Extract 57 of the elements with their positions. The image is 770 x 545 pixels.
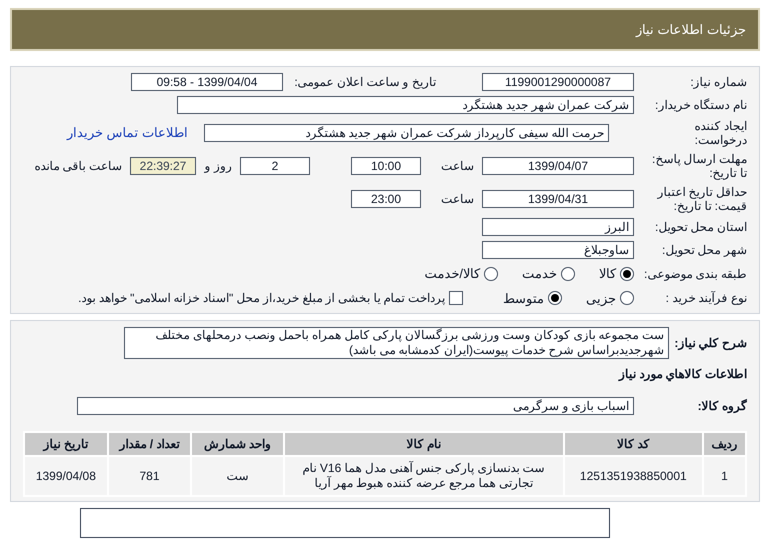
- page-title: جزئیات اطلاعات نیاز: [636, 20, 746, 40]
- field-label: روز و: [204, 159, 232, 173]
- field-label: تاریخ و ساعت اعلان عمومی:: [293, 75, 436, 89]
- column-header: تعداد / مقدار: [108, 432, 192, 456]
- table-cell: 1: [703, 456, 746, 496]
- field-label: گروه کالا:: [696, 398, 747, 415]
- column-header: واحد شمارش: [191, 432, 284, 456]
- radio-button[interactable]: [484, 266, 498, 281]
- field-value: شرکت عمران شهر جدید هشتگرد: [177, 96, 634, 114]
- field-label: شرح کلي نياز:: [677, 335, 747, 352]
- radio-button[interactable]: [548, 291, 562, 306]
- buyer-contact-link[interactable]: اطلاعات تماس خریدار: [66, 123, 188, 143]
- radio-label: خدمت: [522, 265, 557, 283]
- field-label: نام دستگاه خریدار:: [654, 98, 747, 112]
- field-value: 1399/04/31: [482, 190, 634, 208]
- radio-label: متوسط: [503, 290, 544, 308]
- field-value: ساوجبلاغ: [482, 241, 634, 259]
- field-value: اسباب بازی و سرگرمی: [77, 397, 634, 415]
- radio-button[interactable]: [620, 266, 634, 281]
- field-value: 1399/04/04 - 09:58: [131, 73, 283, 91]
- field-value: 23:00: [351, 190, 421, 208]
- column-header: ردیف: [703, 432, 746, 456]
- field-label: طبقه بندی موضوعی:: [642, 266, 747, 281]
- checkbox-label: پرداخت تمام یا بخشی از مبلغ خرید،از محل "اسناد خزانه اسلامی" خواهد بود.: [78, 290, 445, 308]
- field-label: ساعت: [440, 192, 474, 206]
- field-value: 10:00: [351, 157, 421, 175]
- radio-label: کالا: [599, 265, 616, 283]
- table-cell: 781: [108, 456, 192, 496]
- field-label: مهلت ارسال پاسخ: تا تاریخ:: [650, 152, 747, 180]
- column-header: کد کالا: [564, 432, 704, 456]
- field-label: ساعت: [440, 159, 474, 173]
- field-value: 1199001290000087: [482, 73, 634, 91]
- checkbox[interactable]: [449, 291, 463, 306]
- description-text: ست مجموعه بازی کودکان وست ورزشی برزگسالان پارکی کامل همراه باحمل ونصب درمحلهای مختلف شهرجدیدبراساس شرح خدمات پیوست(ایران کدمشابه می باشد): [124, 327, 669, 359]
- field-value: 2: [240, 157, 310, 175]
- field-label: ساعت باقی مانده: [33, 159, 122, 173]
- remaining-time: 22:39:27: [130, 157, 196, 175]
- field-label: نوع فرآیند خرید :: [664, 291, 747, 306]
- table-cell: 1251351938850001: [564, 456, 704, 496]
- radio-button[interactable]: [561, 266, 575, 281]
- radio-label: جزیی: [586, 290, 616, 308]
- radio-label: کالا/خدمت: [424, 265, 480, 283]
- field-label: حداقل تاریخ اعتبار قیمت: تا تاریخ:: [656, 185, 747, 213]
- field-value: حرمت الله سیفی کارپرداز شرکت عمران شهر جدید هشتگرد: [204, 124, 609, 142]
- field-value: 1399/04/07: [482, 157, 634, 175]
- field-label: شهر محل تحویل:: [660, 243, 747, 257]
- field-value: البرز: [482, 218, 634, 236]
- table-cell: ست: [191, 456, 284, 496]
- table-cell: 1399/04/08: [24, 456, 108, 496]
- radio-button[interactable]: [620, 291, 634, 306]
- column-header: تاریخ نیاز: [24, 432, 108, 456]
- field-label: استان محل تحویل:: [654, 220, 747, 234]
- table-cell: ست بدنسازی پارکی جنس آهنی مدل هما V16 نام تجارتی هما مرجع عرضه کننده هبوط مهر آریا: [284, 456, 564, 496]
- section-title: اطلاعات کالاهاي مورد نياز: [617, 366, 747, 383]
- field-label: شماره نیاز:: [689, 75, 747, 89]
- field-label: ایجاد کننده درخواست:: [694, 119, 747, 147]
- column-header: نام کالا: [284, 432, 564, 456]
